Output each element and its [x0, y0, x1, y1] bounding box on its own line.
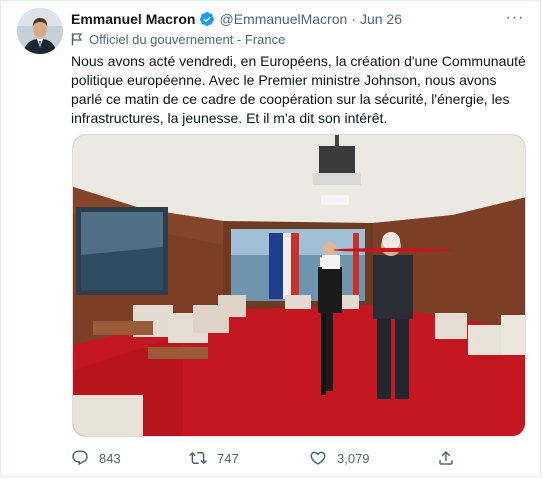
tweet-date[interactable]: Jun 26 [360, 11, 402, 27]
tweet-card[interactable]: Emmanuel Macron @EmmanuelMacron · Jun 26… [0, 0, 541, 477]
reply-count: 843 [99, 450, 121, 466]
like-button[interactable]: 3,079 [309, 445, 370, 471]
account-label: Officiel du gouvernement - France [71, 30, 285, 48]
share-button[interactable] [437, 445, 465, 471]
reply-icon [72, 450, 88, 466]
tweet-header: Emmanuel Macron @EmmanuelMacron · Jun 26 [71, 9, 402, 29]
like-count: 3,079 [337, 450, 370, 466]
retweet-icon [189, 451, 207, 465]
tweet-photo[interactable] [72, 134, 526, 437]
author-name[interactable]: Emmanuel Macron [71, 11, 195, 27]
flag-icon [71, 32, 83, 45]
share-icon [439, 450, 453, 465]
more-icon[interactable]: ··· [506, 9, 524, 27]
retweet-button[interactable]: 747 [189, 445, 239, 471]
header-separator: · [351, 11, 356, 27]
verified-badge-icon [200, 12, 215, 26]
account-label-text: Officiel du gouvernement - France [89, 31, 286, 47]
author-handle[interactable]: @EmmanuelMacron [219, 11, 347, 27]
like-icon [310, 451, 326, 465]
avatar[interactable] [17, 8, 63, 54]
tweet-text: Nous avons acté vendredi, en Européens, … [71, 53, 526, 126]
tweet-actions: 843 747 3,079 [71, 445, 471, 471]
retweet-count: 747 [217, 450, 239, 466]
reply-button[interactable]: 843 [71, 445, 121, 471]
